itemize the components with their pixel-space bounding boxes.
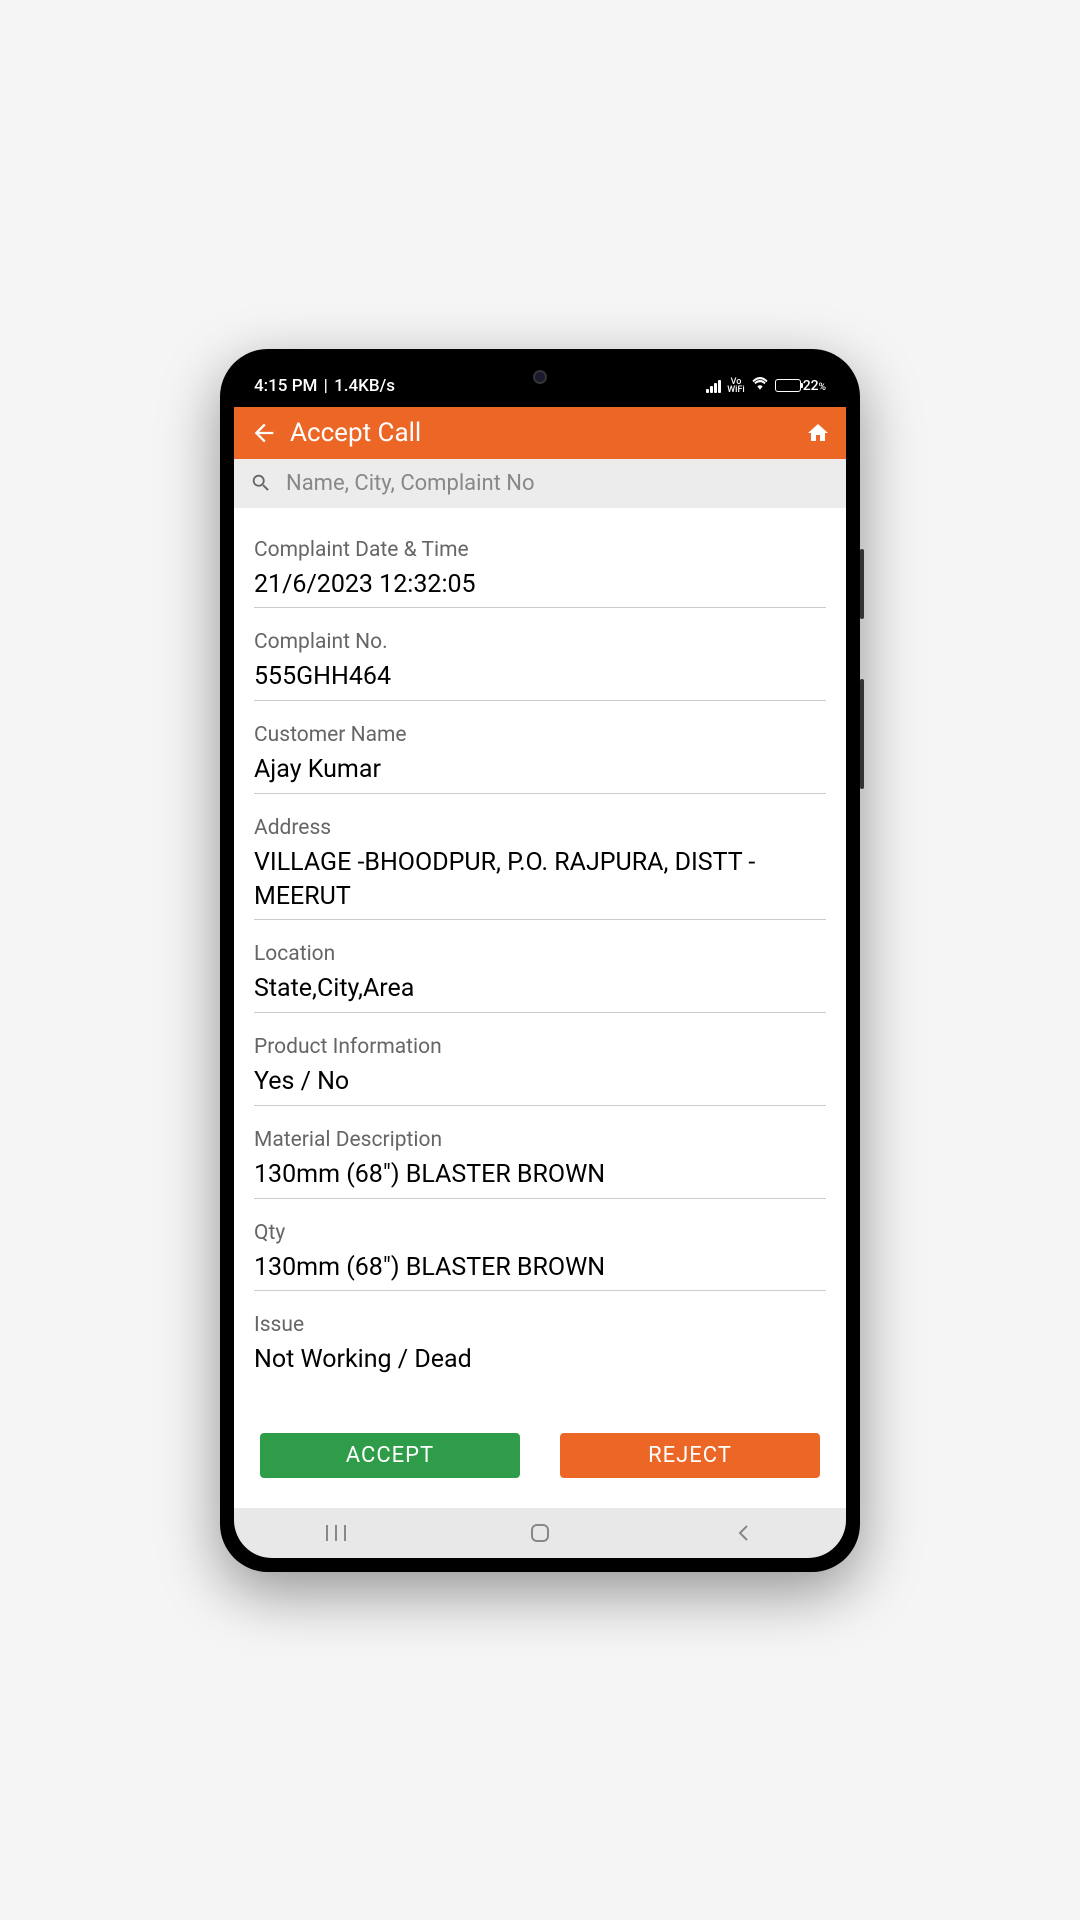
system-nav-bar: [234, 1508, 846, 1558]
wifi-icon: [751, 374, 769, 397]
search-input[interactable]: [286, 471, 830, 496]
search-bar: [234, 459, 846, 508]
content: Complaint Date & Time 21/6/2023 12:32:05…: [234, 508, 846, 1508]
recents-icon: [323, 1523, 349, 1543]
field-label: Location: [254, 942, 826, 966]
phone-frame: 4:15 PM | 1.4KB/s Vo WiFi 22%: [220, 349, 860, 1572]
app-header: Accept Call: [234, 407, 846, 459]
status-net-speed: 1.4KB/s: [334, 376, 395, 396]
field-value: State,City,Area: [254, 972, 826, 1006]
volume-button: [860, 549, 864, 619]
field-product-info: Product Information Yes / No: [254, 1035, 826, 1106]
nav-recents-button[interactable]: [234, 1523, 438, 1543]
field-label: Address: [254, 816, 826, 840]
field-value: 130mm (68") BLASTER BROWN: [254, 1251, 826, 1285]
field-label: Complaint No.: [254, 630, 826, 654]
field-label: Product Information: [254, 1035, 826, 1059]
search-icon: [250, 472, 272, 494]
field-value: 21/6/2023 12:32:05: [254, 568, 826, 602]
field-value: VILLAGE -BHOODPUR, P.O. RAJPURA, DISTT -…: [254, 846, 826, 914]
home-square-icon: [528, 1521, 552, 1545]
accept-button[interactable]: ACCEPT: [260, 1433, 520, 1478]
field-issue: Issue Not Working / Dead: [254, 1313, 826, 1383]
arrow-left-icon: [250, 419, 278, 447]
chevron-left-icon: [734, 1523, 754, 1543]
field-value: Not Working / Dead: [254, 1343, 826, 1377]
battery-percent: 22: [803, 378, 819, 394]
field-complaint-no: Complaint No. 555GHH464: [254, 630, 826, 701]
field-complaint-datetime: Complaint Date & Time 21/6/2023 12:32:05: [254, 538, 826, 609]
vowifi-label-bottom: WiFi: [727, 386, 744, 394]
phone-notch: [470, 363, 610, 391]
field-address: Address VILLAGE -BHOODPUR, P.O. RAJPURA,…: [254, 816, 826, 921]
field-label: Customer Name: [254, 723, 826, 747]
status-right: Vo WiFi 22%: [706, 374, 826, 397]
field-location: Location State,City,Area: [254, 942, 826, 1013]
field-material-desc: Material Description 130mm (68") BLASTER…: [254, 1128, 826, 1199]
power-button: [860, 679, 864, 789]
status-separator: |: [319, 376, 332, 396]
phone-side-buttons: [860, 549, 864, 789]
field-label: Issue: [254, 1313, 826, 1337]
status-time: 4:15 PM: [254, 376, 317, 396]
field-qty: Qty 130mm (68") BLASTER BROWN: [254, 1221, 826, 1292]
action-buttons: ACCEPT REJECT: [254, 1433, 826, 1478]
home-icon: [806, 421, 830, 445]
battery-percent-suffix: %: [819, 382, 826, 393]
field-label: Qty: [254, 1221, 826, 1245]
phone-screen: 4:15 PM | 1.4KB/s Vo WiFi 22%: [234, 363, 846, 1558]
nav-back-button[interactable]: [642, 1523, 846, 1543]
signal-icon: [706, 379, 721, 393]
back-button[interactable]: [250, 419, 278, 447]
vowifi-icon: Vo WiFi: [727, 378, 744, 394]
field-value: 555GHH464: [254, 660, 826, 694]
field-customer-name: Customer Name Ajay Kumar: [254, 723, 826, 794]
field-value: Ajay Kumar: [254, 753, 826, 787]
page-title: Accept Call: [290, 418, 806, 448]
home-button[interactable]: [806, 421, 830, 445]
reject-button[interactable]: REJECT: [560, 1433, 820, 1478]
field-value: 130mm (68") BLASTER BROWN: [254, 1158, 826, 1192]
battery-icon: 22%: [775, 378, 826, 394]
front-camera: [533, 370, 547, 384]
field-label: Material Description: [254, 1128, 826, 1152]
status-left: 4:15 PM | 1.4KB/s: [254, 376, 395, 396]
field-label: Complaint Date & Time: [254, 538, 826, 562]
nav-home-button[interactable]: [438, 1521, 642, 1545]
field-value: Yes / No: [254, 1065, 826, 1099]
